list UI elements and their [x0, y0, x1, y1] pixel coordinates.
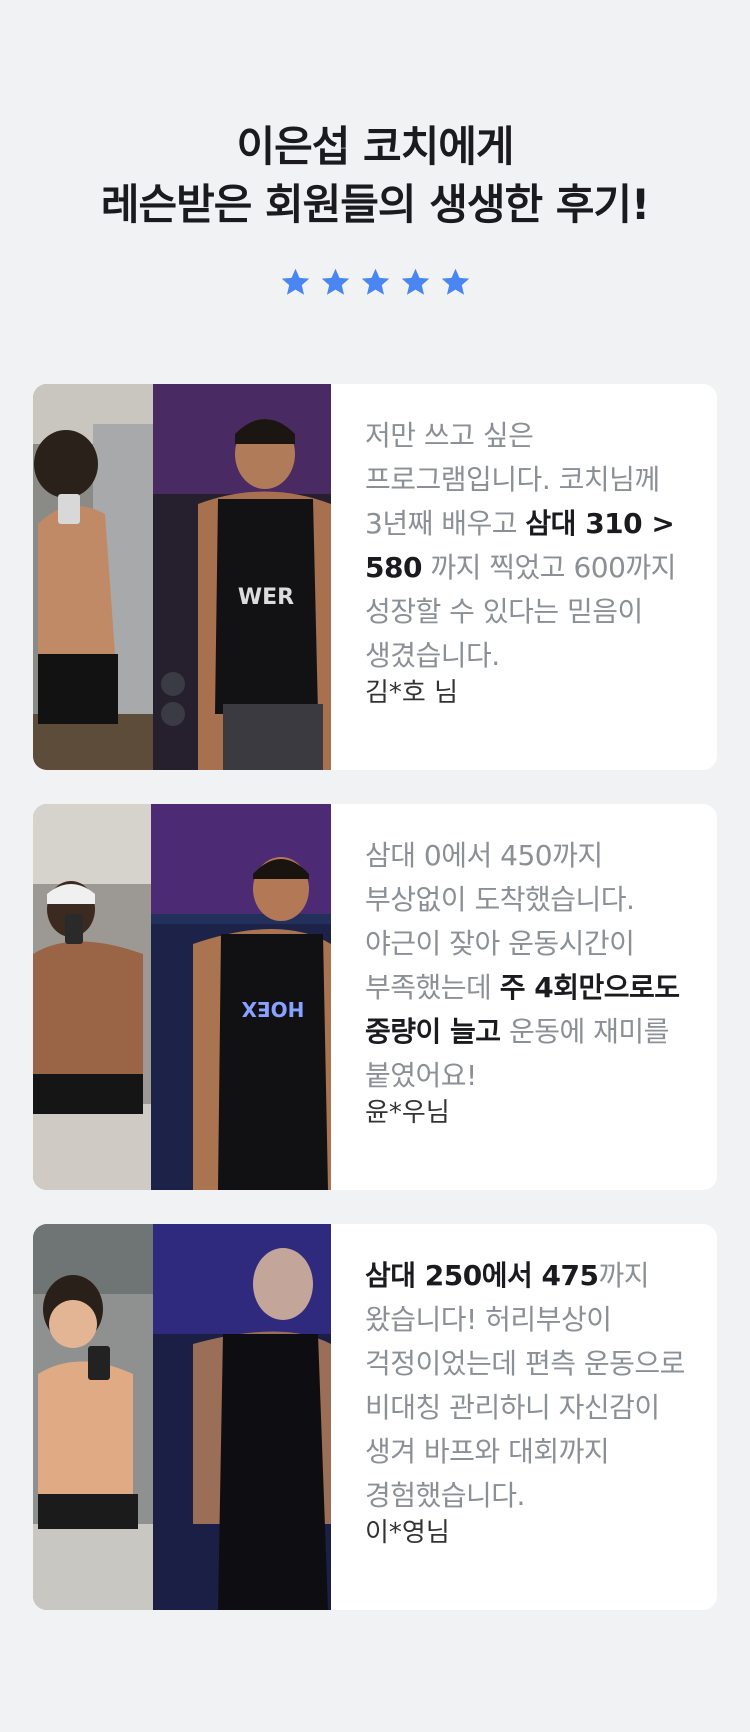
review-highlight: 삼대 250에서 475 — [365, 1259, 599, 1292]
page-title: 이은섭 코치에게 레슨받은 회원들의 생생한 후기! — [0, 118, 750, 234]
review-card: 삼대 250에서 475까지 왔습니다! 허리부상이 걱정이었는데 편측 운동으… — [33, 1224, 717, 1610]
review-card: HOEX 삼대 0에서 450까지 부상없이 도착했습니다. 야근이 잦아 운동… — [33, 804, 717, 1190]
star-icon — [319, 266, 352, 299]
review-text: 삼대 250에서 475까지 왔습니다! 허리부상이 걱정이었는데 편측 운동으… — [365, 1254, 690, 1518]
title-line-1: 이은섭 코치에게 — [236, 122, 514, 171]
review-author: 김*호 님 — [365, 678, 459, 708]
star-icon — [359, 266, 392, 299]
review-text: 저만 쓰고 싶은 프로그램입니다. 코치님께 3년째 배우고 삼대 310 > … — [365, 414, 690, 678]
review-text: 삼대 0에서 450까지 부상없이 도착했습니다. 야근이 잦아 운동시간이 부… — [365, 834, 690, 1098]
title-line-2: 레슨받은 회원들의 생생한 후기! — [100, 180, 650, 229]
shirt-logo: HOEX — [241, 997, 304, 1021]
star-icon — [279, 266, 312, 299]
review-text-part: 까지 왔습니다! 허리부상이 걱정이었는데 편측 운동으로 비대칭 관리하니 자… — [365, 1259, 685, 1512]
before-after-photo — [33, 1224, 331, 1610]
star-icon — [439, 266, 472, 299]
star-rating — [0, 266, 750, 299]
review-author: 윤*우님 — [365, 1098, 450, 1128]
before-after-photo: HOEX — [33, 804, 331, 1190]
shirt-logo: WER — [238, 585, 294, 610]
review-author: 이*영님 — [365, 1518, 450, 1548]
review-card: WER 저만 쓰고 싶은 프로그램입니다. 코치님께 3년째 배우고 삼대 31… — [33, 384, 717, 770]
before-after-photo: WER — [33, 384, 331, 770]
star-icon — [399, 266, 432, 299]
